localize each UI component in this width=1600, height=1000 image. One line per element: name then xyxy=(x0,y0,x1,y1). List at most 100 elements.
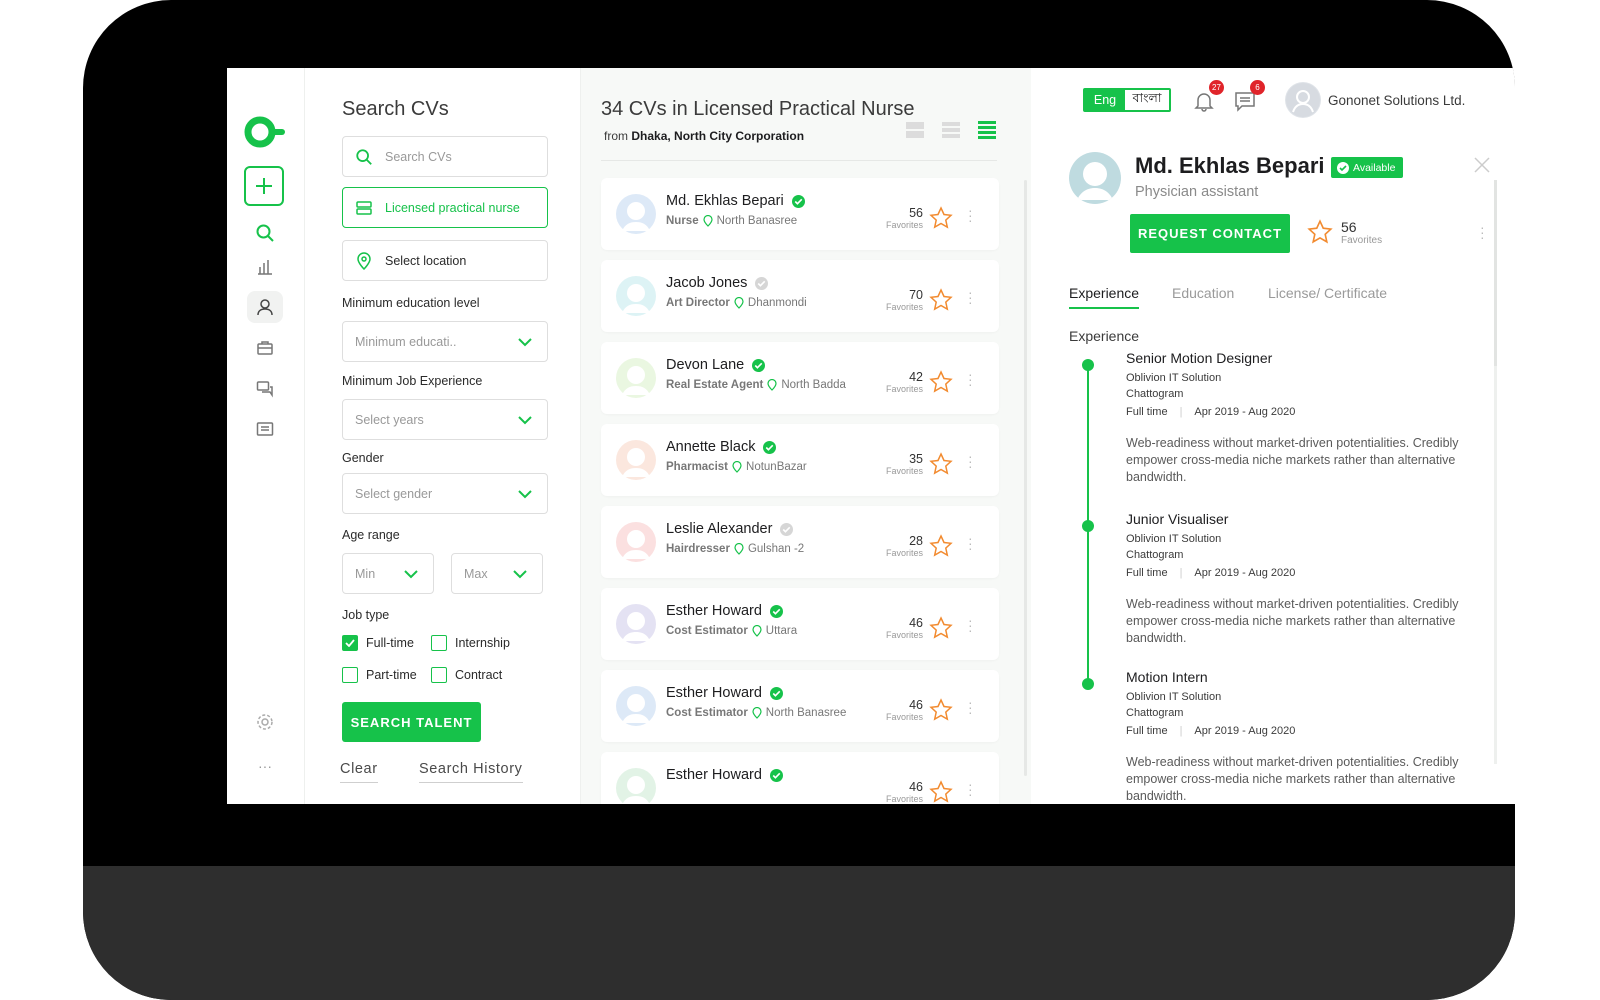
rail-jobs[interactable] xyxy=(247,332,283,364)
jobtype-label-text: Internship xyxy=(455,636,510,650)
checkbox[interactable] xyxy=(342,667,358,683)
search-history-link[interactable]: Search History xyxy=(419,761,523,783)
candidate-more-menu[interactable]: · · · xyxy=(968,695,973,719)
candidate-more-menu[interactable]: · · · xyxy=(968,613,973,637)
candidate-favorites: 46 Favorites xyxy=(871,780,923,804)
candidate-location: Uttara xyxy=(765,625,798,637)
candidate-more-menu[interactable]: · · · xyxy=(968,777,973,801)
rail-candidates[interactable] xyxy=(247,291,283,323)
age-min-select[interactable]: Min xyxy=(342,553,434,594)
cv-list-panel: 34 CVs in Licensed Practical Nurse from … xyxy=(581,68,1031,804)
favorite-button[interactable] xyxy=(1307,219,1333,248)
messages-button[interactable]: 6 xyxy=(1234,80,1265,115)
jobtype-parttime[interactable]: Part-time xyxy=(342,667,417,683)
lang-bangla[interactable]: বাংলা xyxy=(1125,90,1169,110)
search-input[interactable]: Search CVs xyxy=(342,136,548,177)
candidate-meta: Cost Estimator Uttara xyxy=(666,625,797,637)
profile-more-menu[interactable]: · · · xyxy=(1480,220,1485,244)
jobtype-label: Job type xyxy=(342,608,390,622)
checkbox[interactable] xyxy=(431,667,447,683)
candidate-favorites: 56 Favorites xyxy=(871,206,923,230)
candidate-more-menu[interactable]: · · · xyxy=(968,531,973,555)
candidate-card[interactable]: Jacob Jones Art Director Dhanmondi 70 Favori… xyxy=(601,260,999,332)
jobtype-fulltime[interactable]: Full-time xyxy=(342,635,414,651)
candidate-more-menu[interactable]: · · · xyxy=(968,449,973,473)
company-avatar[interactable] xyxy=(1285,82,1321,118)
candidate-avatar xyxy=(616,768,656,804)
tab-education[interactable]: Education xyxy=(1172,285,1234,307)
chevron-down-icon xyxy=(518,489,532,498)
add-button[interactable] xyxy=(244,166,284,206)
keyword-field[interactable]: Licensed practical nurse xyxy=(342,187,548,228)
notifications-badge: 27 xyxy=(1209,80,1224,95)
candidate-favorite-button[interactable] xyxy=(929,288,953,315)
clear-link[interactable]: Clear xyxy=(340,761,378,783)
jobtype-contract[interactable]: Contract xyxy=(431,667,502,683)
candidate-favorite-button[interactable] xyxy=(929,616,953,643)
jobtype-internship[interactable]: Internship xyxy=(431,635,510,651)
rail-chat[interactable] xyxy=(247,373,283,405)
filter-panel: Search CVs Search CVs Licensed practical… xyxy=(305,68,581,804)
candidate-card[interactable]: Esther Howard Cost Estimator Uttara 46 Favor… xyxy=(601,588,999,660)
candidate-name-row: Esther Howard xyxy=(666,685,783,701)
candidate-favorite-button[interactable] xyxy=(929,534,953,561)
view-compact[interactable] xyxy=(941,120,961,143)
star-icon xyxy=(1307,219,1333,244)
jobtype-label-text: Full-time xyxy=(366,636,414,650)
candidate-favorites-label: Favorites xyxy=(885,794,923,804)
tab-license[interactable]: License/ Certificate xyxy=(1268,285,1387,307)
star-icon xyxy=(929,288,953,311)
list-title: 34 CVs in Licensed Practical Nurse xyxy=(601,98,915,120)
candidate-favorite-button[interactable] xyxy=(929,698,953,725)
detail-scrollbar[interactable] xyxy=(1494,180,1497,764)
education-select[interactable]: Minimum educati.. xyxy=(342,321,548,362)
search-talent-button[interactable]: SEARCH TALENT xyxy=(342,702,481,742)
candidate-favorites-count: 46 xyxy=(909,616,923,630)
candidate-avatar xyxy=(616,522,656,562)
experience-select[interactable]: Select years xyxy=(342,399,548,440)
candidate-more-menu[interactable]: · · · xyxy=(968,203,973,227)
candidate-card[interactable]: Annette Black Pharmacist NotunBazar 35 Favor… xyxy=(601,424,999,496)
chat-icon xyxy=(256,381,273,398)
candidate-favorite-button[interactable] xyxy=(929,452,953,479)
candidate-card[interactable]: Leslie Alexander Hairdresser Gulshan -2 28 F… xyxy=(601,506,999,578)
detail-scroll-thumb[interactable] xyxy=(1494,180,1497,366)
candidate-more-menu[interactable]: · · · xyxy=(968,367,973,391)
candidate-card[interactable]: Devon Lane Real Estate Agent North Badda 42… xyxy=(601,342,999,414)
lang-english[interactable]: Eng xyxy=(1085,90,1125,110)
company-name[interactable]: Gononet Solutions Ltd. xyxy=(1328,93,1465,108)
candidate-card[interactable]: Esther Howard 46 Favorites · · · xyxy=(601,752,999,804)
location-field[interactable]: Select location xyxy=(342,240,548,281)
notifications-button[interactable]: 27 xyxy=(1193,80,1224,115)
tab-experience[interactable]: Experience xyxy=(1069,285,1140,309)
age-max-placeholder: Max xyxy=(464,566,488,581)
candidate-name-row: Esther Howard xyxy=(666,767,783,783)
candidate-card[interactable]: Esther Howard Cost Estimator North Banasre… xyxy=(601,670,999,742)
checkbox-checked[interactable] xyxy=(342,635,358,651)
view-grid[interactable] xyxy=(905,120,925,143)
candidate-favorite-button[interactable] xyxy=(929,206,953,233)
job-location: Chattogram xyxy=(1126,707,1184,719)
candidate-favorite-button[interactable] xyxy=(929,370,953,397)
candidate-more-menu[interactable]: · · · xyxy=(968,285,973,309)
candidate-card[interactable]: Md. Ekhlas Bepari Nurse North Banasree 56 Fa… xyxy=(601,178,999,250)
filter-title: Search CVs xyxy=(342,98,449,120)
rail-stats[interactable] xyxy=(247,251,283,283)
rail-more[interactable]: ··· xyxy=(247,750,283,782)
view-list[interactable] xyxy=(977,120,997,143)
checkbox[interactable] xyxy=(431,635,447,651)
messages-badge: 6 xyxy=(1250,80,1265,95)
age-max-select[interactable]: Max xyxy=(451,553,543,594)
rail-messages[interactable] xyxy=(247,414,283,446)
request-contact-button[interactable]: REQUEST CONTACT xyxy=(1130,214,1290,253)
gender-select[interactable]: Select gender xyxy=(342,473,548,514)
candidate-favorites: 28 Favorites xyxy=(871,534,923,558)
device-chin xyxy=(83,866,1515,1000)
close-button[interactable] xyxy=(1473,156,1491,177)
rail-settings[interactable] xyxy=(247,706,283,738)
rail-search[interactable] xyxy=(247,217,283,249)
candidate-favorite-button[interactable] xyxy=(929,780,953,804)
candidate-favorites-label: Favorites xyxy=(885,548,923,558)
list-scrollbar[interactable] xyxy=(1024,180,1027,776)
job-type: Full time xyxy=(1126,406,1168,418)
